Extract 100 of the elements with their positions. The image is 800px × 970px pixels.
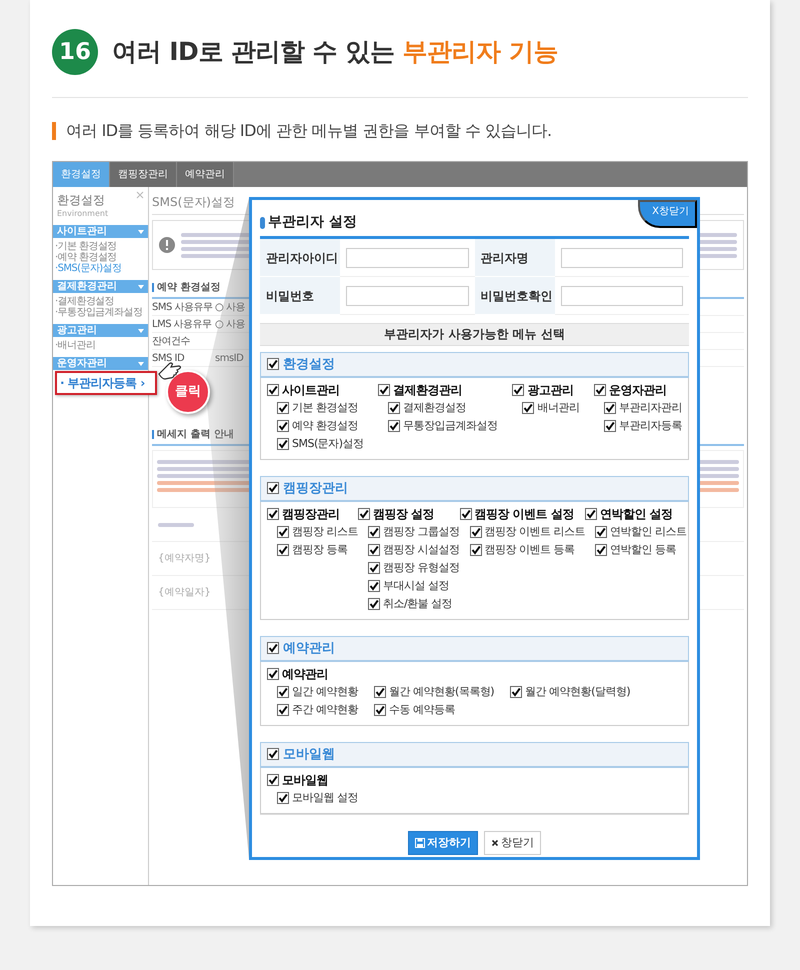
checkbox[interactable]	[368, 598, 380, 610]
checkbox[interactable]	[512, 384, 524, 396]
group-title: 모바일웹	[283, 746, 335, 764]
sidebar-item[interactable]: ·기본 환경설정	[53, 241, 148, 252]
save-button[interactable]: 저장하기	[408, 830, 478, 855]
row-value: ○ 사용	[215, 318, 245, 332]
checkbox-label: 캠핑장 이벤트 등록	[484, 542, 574, 558]
field-label: {예약일자}	[158, 586, 211, 600]
close-tab[interactable]: X창닫기	[638, 200, 697, 228]
input-field[interactable]	[346, 248, 468, 268]
checkbox[interactable]	[267, 748, 279, 760]
input-field[interactable]	[560, 286, 683, 306]
row-label: LMS 사용유무	[152, 318, 212, 332]
section-title: 메세지 출력 안내	[157, 428, 234, 442]
checkbox[interactable]	[368, 562, 380, 574]
checkbox[interactable]	[267, 508, 279, 520]
checkbox[interactable]	[604, 420, 616, 432]
checkbox-label: 캠핑장 시설설정	[383, 542, 460, 558]
checkbox[interactable]	[594, 384, 606, 396]
row-value: ○ 사용	[215, 300, 245, 314]
field-label: {예약자명}	[158, 552, 211, 566]
checkbox[interactable]	[522, 402, 534, 414]
checkbox[interactable]	[267, 774, 279, 786]
caret-icon	[138, 362, 144, 366]
checkbox-label: 예약관리	[282, 666, 328, 683]
caret-icon	[138, 230, 144, 234]
popup-title: 부관리자 설정	[268, 213, 357, 232]
checkbox[interactable]	[585, 508, 597, 520]
checkbox[interactable]	[277, 526, 289, 538]
close-button[interactable]: 창닫기	[484, 830, 541, 855]
field-label: 관리자명	[474, 239, 554, 277]
sidebar-header[interactable]: 광고관리	[53, 324, 148, 337]
row-label: SMS 사용유무	[152, 300, 212, 314]
checkbox[interactable]	[460, 508, 472, 520]
checkbox[interactable]	[368, 580, 380, 592]
close-icon	[136, 191, 144, 199]
checkbox[interactable]	[358, 508, 370, 520]
checkbox[interactable]	[277, 544, 289, 556]
checkbox[interactable]	[277, 686, 289, 698]
checkbox-label: 월간 예약현황(달력형)	[525, 684, 630, 700]
section-marker	[152, 283, 154, 292]
tab[interactable]: 환경설정	[53, 162, 110, 187]
sidebar-header[interactable]: 운영자관리	[53, 357, 148, 370]
checkbox[interactable]	[267, 384, 279, 396]
sidebar-header[interactable]: 사이트관리	[53, 225, 148, 238]
checkbox[interactable]	[277, 402, 289, 414]
checkbox[interactable]	[267, 358, 279, 370]
checkbox[interactable]	[470, 544, 482, 556]
checkbox[interactable]	[595, 526, 607, 538]
checkbox-label: 수동 예약등록	[389, 702, 455, 718]
checkbox[interactable]	[378, 384, 390, 396]
checkbox[interactable]	[277, 438, 289, 450]
checkbox[interactable]	[374, 704, 386, 716]
checkbox[interactable]	[604, 402, 616, 414]
field-label: 비밀번호	[260, 277, 340, 315]
checkbox-label: 기본 환경설정	[292, 400, 358, 416]
checkbox-label: 결제환경설정	[403, 400, 466, 416]
checkbox-label: 모바일웹 설정	[292, 790, 358, 806]
group-title: 캠핑장관리	[283, 480, 348, 498]
blurred-text-drawing	[158, 522, 194, 526]
sidebar-item[interactable]: ·배너관리	[53, 340, 148, 351]
checkbox[interactable]	[267, 482, 279, 494]
checkbox[interactable]	[277, 704, 289, 716]
input-field[interactable]	[346, 286, 468, 306]
checkbox[interactable]	[277, 792, 289, 804]
row-label: 잔여건수	[152, 334, 191, 348]
sidebar-item[interactable]: ·무통장입금계좌설정	[53, 307, 148, 318]
checkbox[interactable]	[277, 420, 289, 432]
sidebar-header[interactable]: 결제환경관리	[53, 280, 148, 293]
checkbox[interactable]	[388, 402, 400, 414]
input-field[interactable]	[560, 248, 683, 268]
title-marker	[260, 216, 265, 228]
checkbox-label: 결제환경관리	[393, 382, 462, 399]
checkbox-label: 취소/환불 설정	[383, 596, 452, 612]
checkbox[interactable]	[470, 526, 482, 538]
checkbox-label: 캠핑장 그룹설정	[383, 524, 460, 540]
checkbox[interactable]	[374, 686, 386, 698]
checkbox[interactable]	[267, 642, 279, 654]
tab[interactable]: 캠핑장관리	[110, 162, 177, 187]
checkbox-label: 광고관리	[527, 382, 574, 399]
row-label: SMS ID	[152, 352, 186, 366]
sidebar-item[interactable]: ·결제환경설정	[53, 296, 148, 307]
checkbox-label: SMS(문자)설정	[292, 436, 364, 452]
sidebar-item[interactable]: ·SMS(문자)설정	[53, 263, 148, 274]
page-title: 여러 ID로 관리할 수 있는 부관리자 기능	[112, 36, 558, 68]
checkbox[interactable]	[388, 420, 400, 432]
checkbox-label: 연박할인 설정	[600, 506, 673, 523]
sidebar-item[interactable]: ·예약 환경설정	[53, 252, 148, 263]
checkbox-label: 부관리자관리	[618, 400, 682, 416]
checkbox-label: 캠핑장 설정	[373, 506, 434, 523]
highlighted-menu-item[interactable]: · 부관리자등록 ›	[55, 371, 157, 395]
checkbox[interactable]	[368, 526, 380, 538]
checkbox[interactable]	[368, 544, 380, 556]
checkbox[interactable]	[267, 668, 279, 680]
sidebar-header-label: 광고관리	[57, 324, 97, 337]
checkbox-label: 예약 환경설정	[292, 418, 358, 434]
section-title: 예약 환경설정	[157, 281, 220, 295]
tab[interactable]: 예약관리	[177, 162, 234, 187]
checkbox[interactable]	[595, 544, 607, 556]
checkbox[interactable]	[510, 686, 522, 698]
